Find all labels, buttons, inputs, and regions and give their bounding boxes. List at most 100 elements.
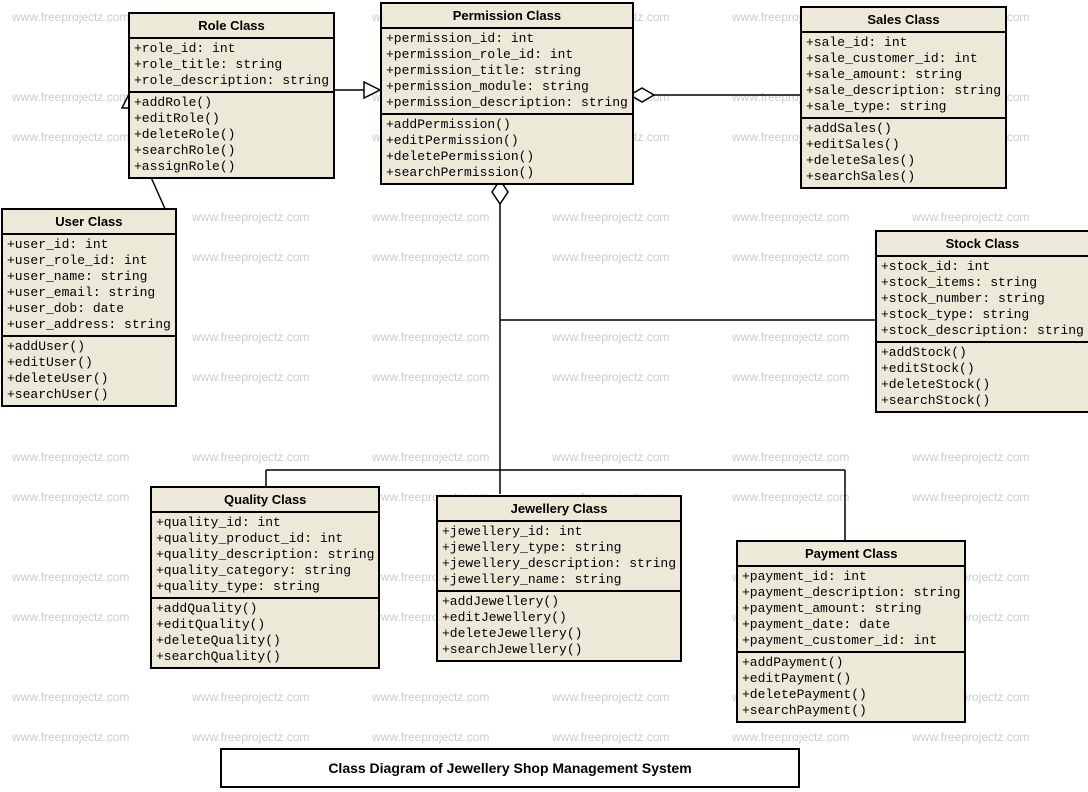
member-row: +editPayment() [742,671,960,687]
class-title: Payment Class [738,542,964,567]
member-row: +quality_id: int [156,515,374,531]
class-title: Role Class [130,14,333,39]
attributes: +user_id: int+user_role_id: int+user_nam… [3,235,175,335]
member-row: +permission_description: string [386,95,628,111]
member-row: +editUser() [7,355,171,371]
member-row: +payment_amount: string [742,601,960,617]
member-row: +searchSales() [806,169,1001,185]
class-payment: Payment Class +payment_id: int+payment_d… [736,540,966,723]
operations: +addQuality()+editQuality()+deleteQualit… [152,597,378,667]
class-title: User Class [3,210,175,235]
member-row: +searchRole() [134,143,329,159]
member-row: +deleteQuality() [156,633,374,649]
member-row: +addSales() [806,121,1001,137]
member-row: +stock_description: string [881,323,1084,339]
attributes: +permission_id: int+permission_role_id: … [382,29,632,113]
operations: +addPayment()+editPayment()+deletePaymen… [738,651,964,721]
operations: +addUser()+editUser()+deleteUser()+searc… [3,335,175,405]
member-row: +addPermission() [386,117,628,133]
member-row: +permission_module: string [386,79,628,95]
member-row: +editQuality() [156,617,374,633]
class-stock: Stock Class +stock_id: int+stock_items: … [875,230,1088,413]
member-row: +searchPayment() [742,703,960,719]
member-row: +deleteRole() [134,127,329,143]
operations: +addStock()+editStock()+deleteStock()+se… [877,341,1088,411]
member-row: +user_id: int [7,237,171,253]
member-row: +editRole() [134,111,329,127]
operations: +addPermission()+editPermission()+delete… [382,113,632,183]
class-jewellery: Jewellery Class +jewellery_id: int+jewel… [436,495,682,662]
member-row: +user_dob: date [7,301,171,317]
member-row: +payment_id: int [742,569,960,585]
attributes: +stock_id: int+stock_items: string +stock… [877,257,1088,341]
member-row: +payment_description: string [742,585,960,601]
class-title: Permission Class [382,4,632,29]
member-row: +editStock() [881,361,1084,377]
member-row: +sale_amount: string [806,67,1001,83]
attributes: +sale_id: int+sale_customer_id: int+sale… [802,33,1005,117]
member-row: +searchJewellery() [442,642,676,658]
member-row: +deleteSales() [806,153,1001,169]
member-row: +sale_type: string [806,99,1001,115]
operations: +addJewellery()+editJewellery()+deleteJe… [438,590,680,660]
member-row: +user_address: string [7,317,171,333]
member-row: +searchUser() [7,387,171,403]
class-role: Role Class +role_id: int+role_title: str… [128,12,335,179]
member-row: +stock_items: string [881,275,1084,291]
member-row: +addUser() [7,339,171,355]
diagram-caption: Class Diagram of Jewellery Shop Manageme… [220,748,800,788]
class-title: Quality Class [152,488,378,513]
member-row: +searchQuality() [156,649,374,665]
member-row: +addStock() [881,345,1084,361]
class-title: Stock Class [877,232,1088,257]
member-row: +user_name: string [7,269,171,285]
member-row: +permission_id: int [386,31,628,47]
member-row: +addQuality() [156,601,374,617]
member-row: +editPermission() [386,133,628,149]
operations: +addRole()+editRole()+deleteRole()+searc… [130,91,333,177]
member-row: +jewellery_name: string [442,572,676,588]
member-row: +addPayment() [742,655,960,671]
member-row: +addJewellery() [442,594,676,610]
member-row: +stock_id: int [881,259,1084,275]
attributes: +role_id: int+role_title: string+role_de… [130,39,333,91]
member-row: +searchPermission() [386,165,628,181]
member-row: +searchStock() [881,393,1084,409]
attributes: +jewellery_id: int+jewellery_type: strin… [438,522,680,590]
member-row: +stock_type: string [881,307,1084,323]
class-user: User Class +user_id: int+user_role_id: i… [1,208,177,407]
operations: +addSales()+editSales()+deleteSales()+se… [802,117,1005,187]
member-row: +sale_customer_id: int [806,51,1001,67]
member-row: +deleteUser() [7,371,171,387]
member-row: +sale_id: int [806,35,1001,51]
member-row: +addRole() [134,95,329,111]
member-row: +quality_category: string [156,563,374,579]
member-row: +jewellery_description: string [442,556,676,572]
member-row: +deletePermission() [386,149,628,165]
member-row: +deleteStock() [881,377,1084,393]
member-row: +role_id: int [134,41,329,57]
member-row: +role_title: string [134,57,329,73]
member-row: +payment_customer_id: int [742,633,960,649]
member-row: +quality_type: string [156,579,374,595]
member-row: +deletePayment() [742,687,960,703]
member-row: +deleteJewellery() [442,626,676,642]
member-row: +editJewellery() [442,610,676,626]
member-row: +permission_role_id: int [386,47,628,63]
member-row: +payment_date: date [742,617,960,633]
member-row: +editSales() [806,137,1001,153]
member-row: +assignRole() [134,159,329,175]
member-row: +permission_title: string [386,63,628,79]
member-row: +sale_description: string [806,83,1001,99]
member-row: +user_email: string [7,285,171,301]
member-row: +user_role_id: int [7,253,171,269]
member-row: +jewellery_type: string [442,540,676,556]
attributes: +quality_id: int+quality_product_id: int… [152,513,378,597]
member-row: +role_description: string [134,73,329,89]
member-row: +jewellery_id: int [442,524,676,540]
member-row: +quality_description: string [156,547,374,563]
class-quality: Quality Class +quality_id: int+quality_p… [150,486,380,669]
attributes: +payment_id: int+payment_description: st… [738,567,964,651]
class-title: Sales Class [802,8,1005,33]
class-sales: Sales Class +sale_id: int+sale_customer_… [800,6,1007,189]
